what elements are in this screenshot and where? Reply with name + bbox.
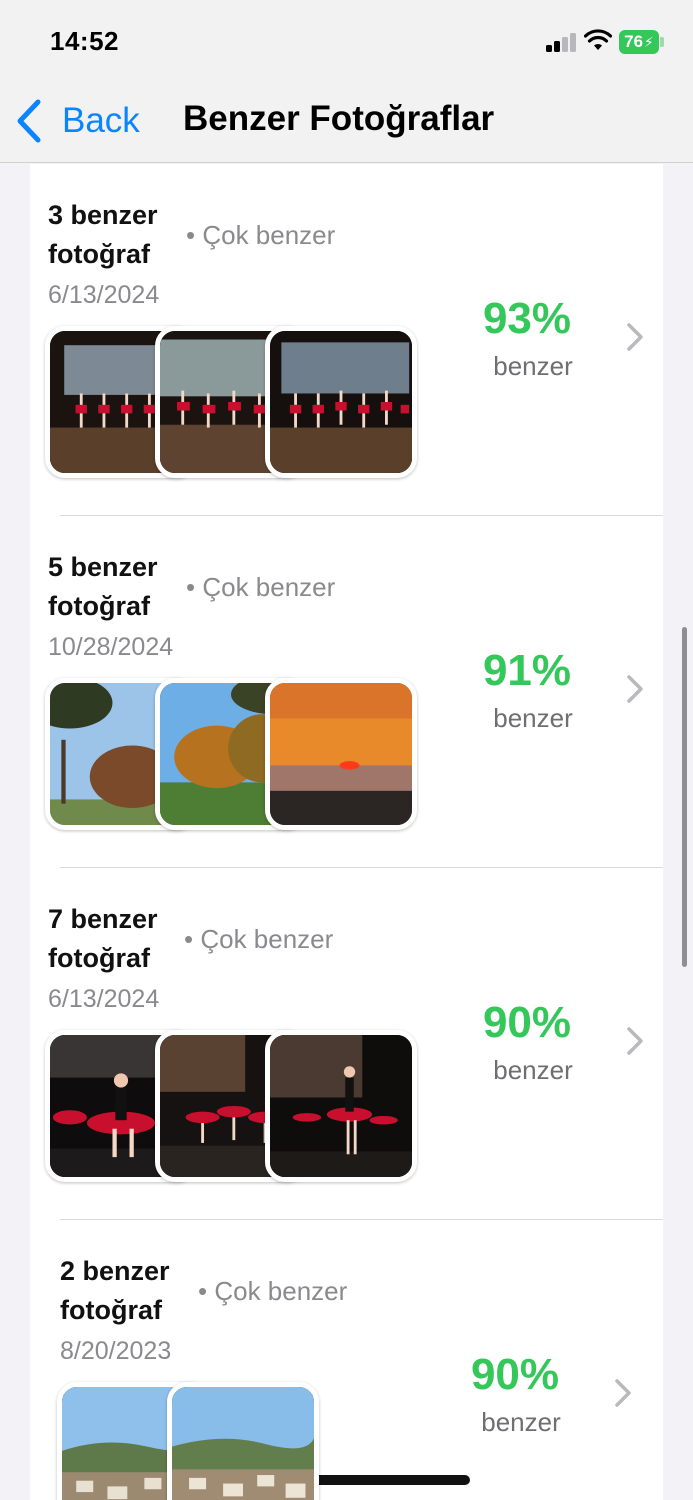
- chevron-right-icon: [627, 675, 643, 703]
- similarity-label: • Çok benzer: [198, 1276, 348, 1306]
- similarity-label: • Çok benzer: [186, 572, 336, 602]
- group-title: 3 benzer fotoğraf: [48, 200, 158, 269]
- bolt-icon: ⚡: [644, 33, 654, 50]
- similar-group-row[interactable]: 3 benzer fotoğraf • Çok benzer 6/13/2024: [30, 164, 663, 516]
- photo-thumbnail: [167, 1382, 319, 1500]
- group-date: 10/28/2024: [48, 633, 174, 661]
- photo-thumbnail: [265, 1030, 417, 1182]
- group-date: 6/13/2024: [48, 281, 160, 309]
- similarity-percent: 90%: [470, 1350, 560, 1399]
- signal-icon: [546, 32, 578, 52]
- back-button[interactable]: Back: [14, 95, 140, 147]
- navigation-bar: Back Benzer Fotoğraflar: [0, 85, 693, 163]
- battery-level: 76: [624, 32, 644, 51]
- group-title: 2 benzer fotoğraf: [60, 1256, 170, 1325]
- similarity-percent-label: benzer: [493, 1055, 573, 1085]
- status-bar: 14:52 76 ⚡: [0, 0, 693, 85]
- similarity-percent-label: benzer: [481, 1407, 561, 1437]
- chevron-right-icon: [627, 323, 643, 351]
- similar-group-row[interactable]: 5 benzer fotoğraf • Çok benzer 10/28/202…: [30, 516, 663, 868]
- photo-thumbnail: [265, 326, 417, 478]
- group-date: 8/20/2023: [60, 1337, 172, 1365]
- back-label: Back: [62, 101, 140, 140]
- chevron-left-icon: [17, 99, 41, 143]
- similarity-label: • Çok benzer: [184, 924, 334, 954]
- similarity-percent-label: benzer: [493, 703, 573, 733]
- page-title: Benzer Fotoğraflar: [183, 99, 495, 138]
- chevron-right-icon: [615, 1379, 631, 1407]
- similarity-percent: 90%: [482, 998, 572, 1047]
- similar-groups-list: 3 benzer fotoğraf • Çok benzer 6/13/2024: [30, 164, 663, 1500]
- photo-thumbnail: [265, 678, 417, 830]
- scrollbar[interactable]: [682, 627, 687, 967]
- similar-group-row[interactable]: 2 benzer fotoğraf • Çok benzer 8/20/2023: [30, 1220, 663, 1500]
- group-date: 6/13/2024: [48, 985, 160, 1013]
- group-title: 7 benzer fotoğraf: [48, 904, 158, 973]
- similarity-percent: 93%: [482, 294, 572, 343]
- similarity-percent: 91%: [482, 646, 572, 695]
- group-title: 5 benzer fotoğraf: [48, 552, 158, 621]
- similar-group-row[interactable]: 7 benzer fotoğraf • Çok benzer 6/13/2024: [30, 868, 663, 1220]
- similarity-label: • Çok benzer: [186, 220, 336, 250]
- chevron-right-icon: [627, 1027, 643, 1055]
- battery-tip: [660, 37, 664, 47]
- wifi-icon: [584, 29, 612, 50]
- battery-charging-icon: 76 ⚡: [619, 30, 659, 54]
- status-time: 14:52: [50, 26, 119, 56]
- similarity-percent-label: benzer: [493, 351, 573, 381]
